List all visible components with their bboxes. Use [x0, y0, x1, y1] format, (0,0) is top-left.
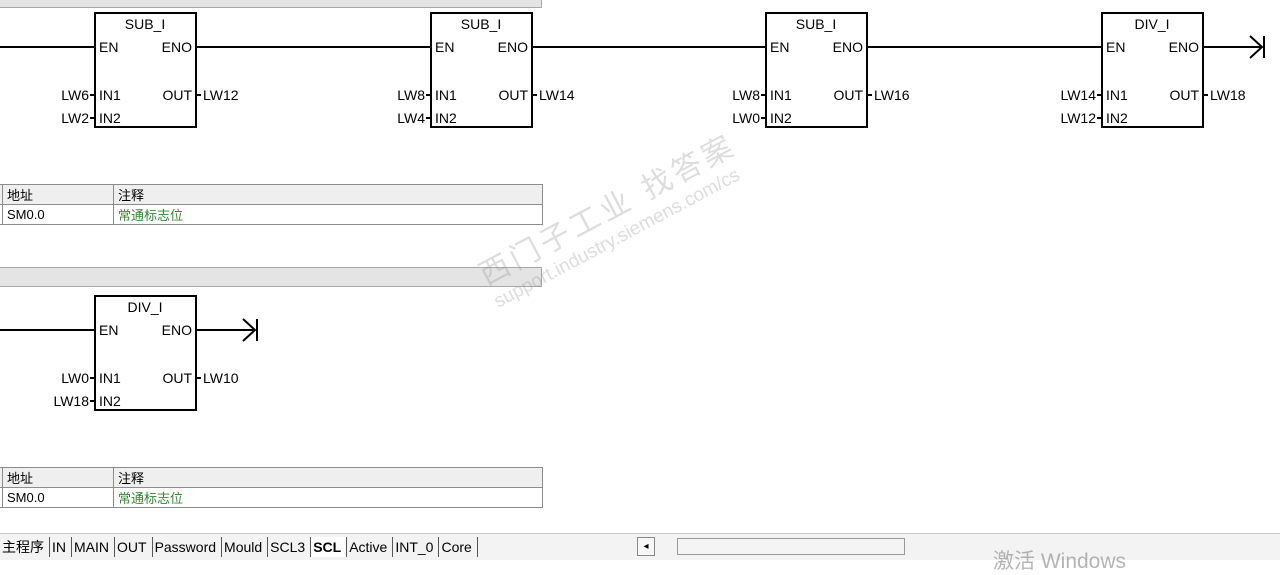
tab-list: 主程序 IN MAIN OUT Password Mould SCL3 SCL … — [0, 536, 478, 558]
tab-scroll-left-button[interactable]: ◂ — [637, 537, 655, 556]
tab-password[interactable]: Password — [153, 537, 223, 557]
symbol-table-header-row: 地址 注释 — [0, 467, 543, 488]
in1-pin-label: IN1 — [1106, 87, 1128, 103]
comment-cell[interactable]: 常通标志位 — [113, 204, 543, 225]
function-box-div-i-1[interactable]: DIV_I EN ENO IN1 IN2 OUT LW14 LW12 LW18 — [1060, 12, 1246, 128]
in2-operand[interactable]: LW4 — [397, 110, 425, 126]
eno-pin-label: ENO — [498, 39, 528, 55]
symbol-table-header-row: 地址 注释 — [0, 184, 543, 205]
symbol-table-network-1: 地址 注释 SM0.0 常通标志位 — [0, 184, 543, 225]
comment-cell[interactable]: 常通标志位 — [113, 487, 543, 508]
in2-operand[interactable]: LW18 — [53, 393, 89, 409]
in1-operand[interactable]: LW6 — [61, 87, 89, 103]
tab-main[interactable]: MAIN — [72, 537, 115, 557]
box-title: DIV_I — [1134, 16, 1169, 32]
out-operand[interactable]: LW10 — [203, 370, 239, 386]
in2-operand[interactable]: LW2 — [61, 110, 89, 126]
in2-pin-label: IN2 — [99, 110, 121, 126]
in2-operand[interactable]: LW12 — [1060, 110, 1096, 126]
table-row[interactable]: SM0.0 常通标志位 — [0, 204, 543, 225]
out-operand[interactable]: LW12 — [203, 87, 239, 103]
en-pin-label: EN — [1106, 39, 1125, 55]
tab-active[interactable]: Active — [347, 537, 394, 557]
arrow-left-icon: ◂ — [643, 541, 649, 552]
function-box-sub-i-2[interactable]: SUB_I EN ENO IN1 IN2 OUT LW8 LW4 LW14 — [397, 12, 575, 128]
in1-operand[interactable]: LW8 — [397, 87, 425, 103]
function-box-sub-i-1[interactable]: SUB_I EN ENO IN1 IN2 OUT LW6 LW2 LW12 — [61, 12, 239, 128]
box-title: DIV_I — [127, 299, 162, 315]
out-operand[interactable]: LW18 — [1210, 87, 1246, 103]
in1-operand[interactable]: LW8 — [732, 87, 760, 103]
function-box-div-i-2[interactable]: DIV_I EN ENO IN1 IN2 OUT LW0 LW18 LW10 — [53, 295, 239, 411]
tab-out[interactable]: OUT — [115, 537, 153, 557]
table-row[interactable]: SM0.0 常通标志位 — [0, 487, 543, 508]
eno-pin-label: ENO — [1169, 39, 1199, 55]
address-column-header: 地址 — [2, 184, 114, 205]
in2-pin-label: IN2 — [435, 110, 457, 126]
comment-column-header: 注释 — [113, 467, 543, 488]
tab-mould[interactable]: Mould — [222, 537, 269, 557]
en-pin-label: EN — [770, 39, 789, 55]
in1-pin-label: IN1 — [99, 87, 121, 103]
tab-core[interactable]: Core — [439, 537, 478, 557]
en-pin-label: EN — [435, 39, 454, 55]
in2-pin-label: IN2 — [99, 393, 121, 409]
address-cell[interactable]: SM0.0 — [2, 487, 114, 508]
box-title: SUB_I — [461, 16, 501, 32]
tab-main-program[interactable]: 主程序 — [0, 537, 50, 557]
eno-pin-label: ENO — [162, 322, 192, 338]
out-pin-label: OUT — [1169, 87, 1199, 103]
activate-windows-overlay: 激活 Windows — [993, 550, 1127, 573]
out-pin-label: OUT — [833, 87, 863, 103]
tab-scl3[interactable]: SCL3 — [268, 537, 312, 557]
in1-pin-label: IN1 — [770, 87, 792, 103]
out-pin-label: OUT — [162, 87, 192, 103]
in1-operand[interactable]: LW14 — [1060, 87, 1096, 103]
in1-pin-label: IN1 — [99, 370, 121, 386]
eno-pin-label: ENO — [833, 39, 863, 55]
eno-pin-label: ENO — [162, 39, 192, 55]
address-cell[interactable]: SM0.0 — [2, 204, 114, 225]
in2-pin-label: IN2 — [1106, 110, 1128, 126]
in1-pin-label: IN1 — [435, 87, 457, 103]
box-title: SUB_I — [125, 16, 165, 32]
symbol-table-network-2: 地址 注释 SM0.0 常通标志位 — [0, 467, 543, 508]
ladder-diagram: SUB_I EN ENO IN1 IN2 OUT LW6 LW2 LW12 SU… — [0, 12, 1265, 411]
in1-operand[interactable]: LW0 — [61, 370, 89, 386]
comment-column-header: 注释 — [113, 184, 543, 205]
tab-scl[interactable]: SCL — [311, 537, 348, 557]
in2-pin-label: IN2 — [770, 110, 792, 126]
en-pin-label: EN — [99, 322, 118, 338]
tab-int-0[interactable]: INT_0 — [393, 537, 440, 557]
out-operand[interactable]: LW16 — [874, 87, 910, 103]
function-box-sub-i-3[interactable]: SUB_I EN ENO IN1 IN2 OUT LW8 LW0 LW16 — [732, 12, 910, 128]
horizontal-scrollbar[interactable] — [677, 538, 905, 555]
out-operand[interactable]: LW14 — [539, 87, 575, 103]
box-title: SUB_I — [796, 16, 836, 32]
out-pin-label: OUT — [162, 370, 192, 386]
address-column-header: 地址 — [2, 467, 114, 488]
out-pin-label: OUT — [498, 87, 528, 103]
in2-operand[interactable]: LW0 — [732, 110, 760, 126]
en-pin-label: EN — [99, 39, 118, 55]
tab-in[interactable]: IN — [50, 537, 72, 557]
